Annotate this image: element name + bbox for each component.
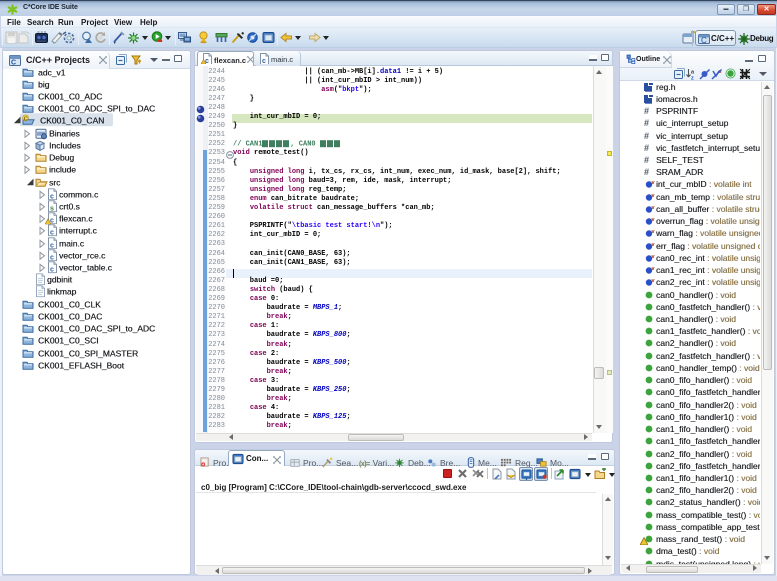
svg-text:C: C [701, 36, 707, 45]
